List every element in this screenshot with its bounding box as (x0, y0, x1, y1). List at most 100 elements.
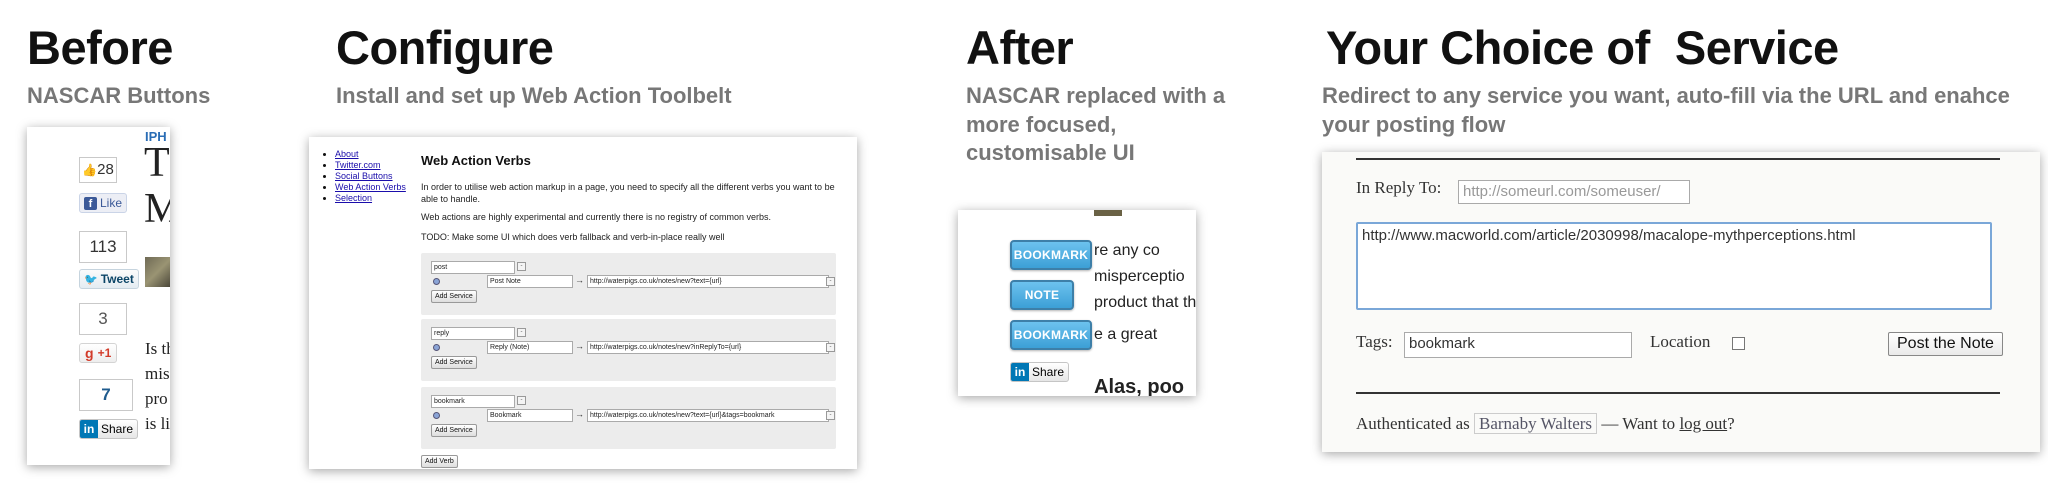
verb-box-reply: reply - Reply (Note) → http://waterpigs.… (421, 319, 836, 381)
after-text-1: re any co (1094, 242, 1160, 259)
bottom-divider (1356, 392, 2000, 394)
in-reply-label: In Reply To: (1356, 178, 1442, 197)
auth-mid: — Want to (1601, 414, 1676, 433)
article-text-3: pro (145, 389, 168, 408)
add-service-button[interactable]: Add Service (431, 424, 477, 437)
auth-prefix: Authenticated as (1356, 414, 1470, 433)
linkedin-count-box: 7 (79, 379, 133, 411)
linkedin-icon: in (80, 420, 98, 438)
gplus-button[interactable]: g +1 (79, 343, 118, 363)
verbs-heading: Web Action Verbs (421, 153, 531, 168)
nav-item-web-action-verbs[interactable]: Web Action Verbs (335, 182, 406, 193)
service-subtitle: Redirect to any service you want, auto-f… (1322, 83, 2010, 137)
verb-input[interactable]: reply (431, 327, 515, 340)
note-content-textarea[interactable]: http://www.macworld.com/article/2030998/… (1356, 222, 1992, 310)
remove-verb-button[interactable]: - (517, 328, 526, 337)
after-screenshot: BOOKMARK NOTE BOOKMARK in Share re any c… (958, 210, 1196, 396)
facebook-like-label: Like (100, 196, 123, 210)
remove-service-button[interactable]: - (826, 343, 835, 352)
add-service-button[interactable]: Add Service (431, 290, 477, 303)
remove-verb-button[interactable]: - (517, 262, 526, 271)
service-name-input[interactable]: Post Note (487, 275, 573, 288)
arrow-icon: → (575, 409, 584, 419)
default-radio[interactable] (433, 344, 440, 351)
twitter-bird-icon: 🐦 (84, 273, 98, 286)
linkedin-share-button[interactable]: in Share (79, 419, 139, 439)
service-url-input[interactable]: http://waterpigs.co.uk/notes/new?inReply… (587, 341, 829, 354)
article-thumbnail (145, 257, 170, 287)
auth-suffix: ? (1727, 414, 1735, 433)
bookmark-action-button[interactable]: BOOKMARK (1010, 240, 1092, 270)
linkedin-share-label: Share (1032, 365, 1065, 379)
after-text-3: product that th (1094, 294, 1196, 311)
facebook-icon: f (84, 196, 97, 210)
after-subtitle: NASCAR replaced with a more focused, cus… (966, 83, 1226, 166)
verbs-para-1: In order to utilise web action markup in… (421, 182, 835, 204)
twitter-tweet-button[interactable]: 🐦 Tweet (79, 269, 139, 289)
twitter-tweet-label: Tweet (100, 272, 134, 286)
arrow-icon: → (575, 275, 584, 285)
top-divider (1356, 158, 2000, 160)
before-title: Before (27, 21, 173, 74)
tags-label: Tags: (1356, 332, 1393, 351)
tags-input[interactable]: bookmark (1404, 332, 1632, 358)
location-checkbox[interactable] (1732, 337, 1745, 350)
default-radio[interactable] (433, 278, 440, 285)
configure-title: Configure (336, 21, 554, 74)
article-text-1: Is th (145, 339, 170, 358)
add-service-button[interactable]: Add Service (431, 356, 477, 369)
remove-service-button[interactable]: - (826, 411, 835, 420)
after-text-4: e a great (1094, 326, 1158, 343)
avatar (1094, 210, 1122, 216)
service-name-input[interactable]: Reply (Note) (487, 341, 573, 354)
after-text-5: Alas, poo (1094, 376, 1185, 396)
thumbs-up-icon: 👍 (82, 163, 98, 177)
gplus-label: +1 (97, 346, 112, 360)
article-text-4: is li (145, 414, 170, 433)
article-text-2: mis (145, 364, 170, 383)
auth-user[interactable]: Barnaby Walters (1474, 413, 1598, 434)
article-heading-line1: T (144, 140, 170, 186)
nav-item-about[interactable]: About (335, 149, 406, 160)
nav-item-twitter[interactable]: Twitter.com (335, 160, 406, 171)
service-title: Your Choice of Service (1326, 21, 1839, 74)
configure-screenshot: About Twitter.com Social Buttons Web Act… (309, 137, 857, 469)
configure-subtitle: Install and set up Web Action Toolbelt (336, 83, 732, 108)
add-verb-button[interactable]: Add Verb (421, 455, 458, 468)
arrow-icon: → (575, 341, 584, 351)
before-subtitle: NASCAR Buttons (27, 83, 211, 108)
service-name-input[interactable]: Bookmark (487, 409, 573, 422)
gplus-count-box: 3 (79, 303, 127, 335)
linkedin-share-button[interactable]: in Share (1010, 362, 1070, 382)
service-screenshot: In Reply To: http://someurl.com/someuser… (1322, 152, 2040, 452)
service-url-input[interactable]: http://waterpigs.co.uk/notes/new?text={u… (587, 275, 829, 288)
after-text-2: misperceptio (1094, 268, 1185, 285)
verb-input[interactable]: post (431, 261, 515, 274)
linkedin-count: 7 (101, 385, 111, 404)
logout-link[interactable]: log out (1679, 414, 1727, 433)
facebook-like-button[interactable]: f Like (79, 193, 128, 213)
verbs-para-2: Web actions are highly experimental and … (421, 212, 771, 222)
twitter-count-box: 113 (79, 231, 127, 263)
before-screenshot: 👍28 f Like 113 🐦 Tweet 3 g +1 7 in Share (27, 127, 170, 465)
note-action-button[interactable]: NOTE (1010, 280, 1074, 310)
nav-item-social-buttons[interactable]: Social Buttons (335, 171, 406, 182)
location-label: Location (1650, 332, 1711, 351)
bookmark-action-button-2[interactable]: BOOKMARK (1010, 320, 1092, 350)
remove-service-button[interactable]: - (826, 277, 835, 286)
linkedin-share-label: Share (101, 422, 134, 436)
article-heading-line2: M (144, 186, 170, 232)
in-reply-input[interactable]: http://someurl.com/someuser/ (1458, 180, 1690, 204)
remove-verb-button[interactable]: - (517, 396, 526, 405)
twitter-count: 113 (89, 237, 117, 256)
configure-nav: About Twitter.com Social Buttons Web Act… (323, 149, 406, 204)
default-radio[interactable] (433, 412, 440, 419)
nav-item-selection[interactable]: Selection (335, 193, 406, 204)
auth-line: Authenticated as Barnaby Walters — Want … (1356, 413, 1735, 434)
gplus-icon: g (85, 345, 94, 361)
after-title: After (966, 21, 1074, 74)
verb-input[interactable]: bookmark (431, 395, 515, 408)
verb-box-bookmark: bookmark - Bookmark → http://waterpigs.c… (421, 387, 836, 449)
service-url-input[interactable]: http://waterpigs.co.uk/notes/new?text={u… (587, 409, 829, 422)
post-note-button[interactable]: Post the Note (1888, 332, 2003, 356)
